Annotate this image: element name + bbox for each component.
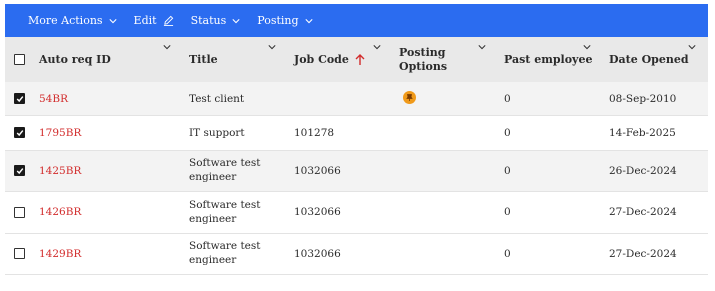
select-all-checkbox[interactable] [14,54,25,65]
past-employee-cell: 0 [504,206,511,218]
requisitions-panel: More Actions Edit Status Posting Auto re… [5,4,708,275]
column-label: Title [189,53,218,66]
past-employee-cell: 0 [504,248,511,260]
more-actions-menu[interactable]: More Actions [28,14,117,27]
column-menu-chevron-icon[interactable] [688,43,696,51]
row-checkbox[interactable] [14,93,25,104]
date-opened-cell: 27-Dec-2024 [609,206,677,218]
job-code-cell: 101278 [294,127,335,139]
title-cell: Test client [189,93,245,105]
column-label: Date Opened [609,53,689,66]
title-cell: Software test engineer [189,240,261,266]
date-opened-cell: 08-Sep-2010 [609,93,677,105]
more-actions-label: More Actions [28,14,103,27]
column-label: Posting Options [399,45,448,73]
table-row[interactable]: 1426BR Software test engineer 1032066 0 … [5,192,708,234]
date-opened-cell: 26-Dec-2024 [609,165,677,177]
chevron-down-icon [304,18,313,23]
column-label: Auto req ID [39,53,111,66]
job-code-cell: 1032066 [294,206,341,218]
column-menu-chevron-icon[interactable] [583,43,591,51]
pin-icon[interactable] [403,91,416,104]
row-checkbox[interactable] [14,127,25,138]
table-header: Auto req ID Title Job Code Posting Optio… [5,37,708,82]
edit-button[interactable]: Edit [134,14,174,27]
req-id-link[interactable]: 1426BR [39,205,81,219]
pin-glyph-icon [406,94,413,101]
past-employee-cell: 0 [504,127,511,139]
column-header-posting-options[interactable]: Posting Options [399,37,469,82]
status-label: Status [190,14,227,27]
column-menu-chevron-icon[interactable] [163,43,171,51]
row-checkbox[interactable] [14,207,25,218]
job-code-cell: 1032066 [294,248,341,260]
table-row[interactable]: 1795BR IT support 101278 0 14-Feb-2025 [5,116,708,151]
chevron-down-icon [232,18,240,23]
row-checkbox[interactable] [14,165,25,176]
column-menu-chevron-icon[interactable] [268,43,276,51]
past-employee-cell: 0 [504,93,511,105]
table-row[interactable]: 1425BR Software test engineer 1032066 0 … [5,151,708,192]
pencil-icon [163,15,173,26]
column-menu-chevron-icon[interactable] [478,43,486,51]
posting-label: Posting [257,14,299,27]
column-header-job-code[interactable]: Job Code [294,37,365,82]
column-header-date-opened[interactable]: Date Opened [609,37,689,82]
arrow-up-icon [355,53,365,65]
posting-menu[interactable]: Posting [257,14,313,27]
column-menu-chevron-icon[interactable] [373,43,381,51]
table-body: 54BR Test client 0 08-Sep-2010 1795BR IT… [5,82,708,275]
edit-label: Edit [133,14,157,27]
title-cell: Software test engineer [189,157,261,183]
checkmark-icon [16,95,23,102]
row-checkbox[interactable] [14,248,25,259]
column-header-title[interactable]: Title [189,37,218,82]
checkmark-icon [16,129,23,136]
checkmark-icon [16,167,23,174]
date-opened-cell: 14-Feb-2025 [609,127,676,139]
actions-toolbar: More Actions Edit Status Posting [5,4,708,37]
req-id-link[interactable]: 54BR [39,92,68,106]
req-id-link[interactable]: 1425BR [39,164,81,178]
column-header-past-employee[interactable]: Past employee [504,37,592,82]
column-label: Job Code [294,53,349,66]
req-id-link[interactable]: 1429BR [39,247,81,261]
table-row[interactable]: 1429BR Software test engineer 1032066 0 … [5,234,708,275]
table-row[interactable]: 54BR Test client 0 08-Sep-2010 [5,82,708,116]
column-label: Past employee [504,53,593,66]
req-id-link[interactable]: 1795BR [39,126,81,140]
column-header-auto-req-id[interactable]: Auto req ID [39,37,111,82]
chevron-down-icon [108,18,117,23]
title-cell: IT support [189,127,245,139]
date-opened-cell: 27-Dec-2024 [609,248,677,260]
job-code-cell: 1032066 [294,165,341,177]
title-cell: Software test engineer [189,199,261,225]
past-employee-cell: 0 [504,165,511,177]
status-menu[interactable]: Status [191,14,241,27]
